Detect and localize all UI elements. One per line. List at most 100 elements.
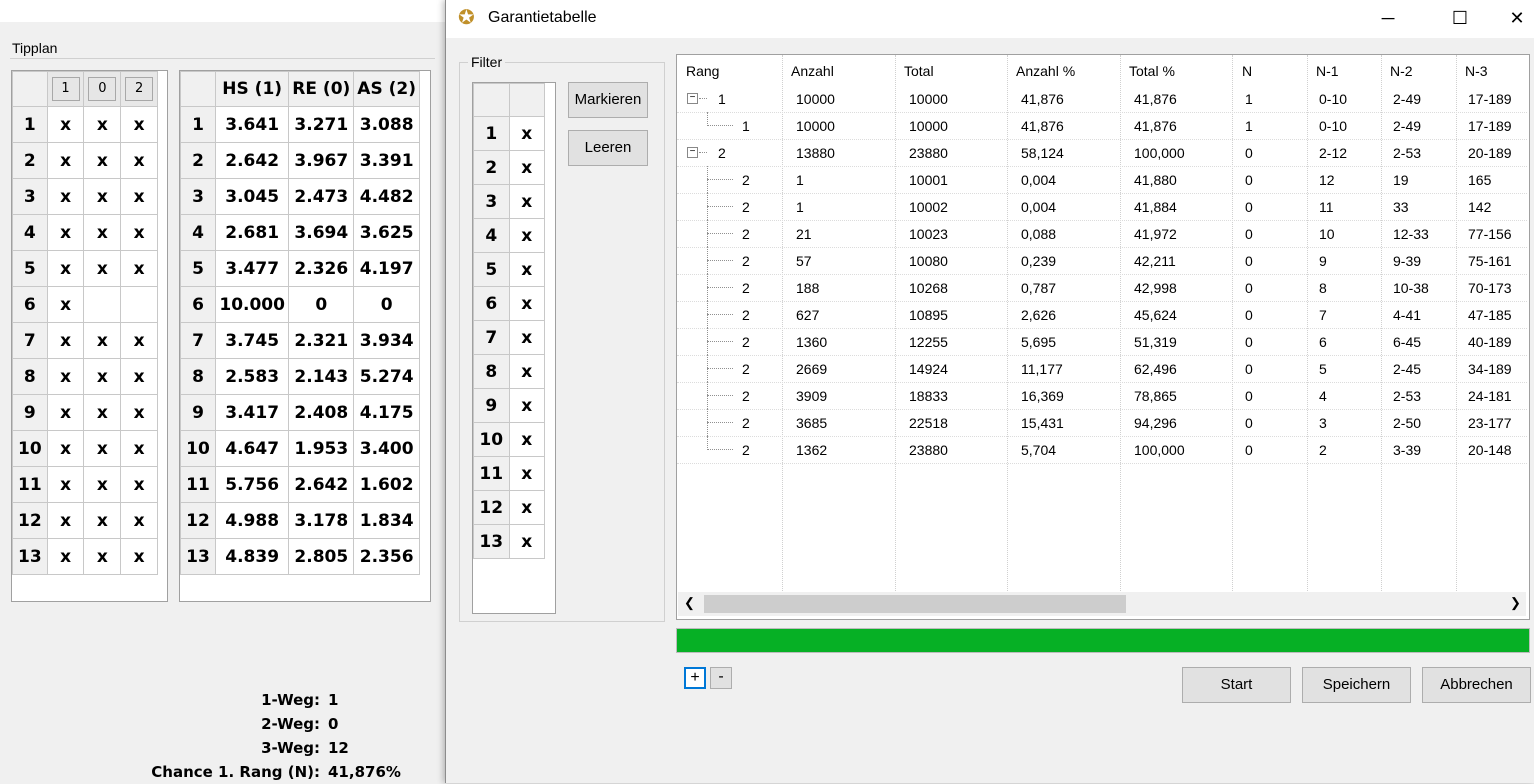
tree-cell: 0,004 [1021, 199, 1057, 215]
filter-cell[interactable]: x [508, 320, 545, 355]
tip-cell[interactable]: x [83, 394, 122, 431]
tip-cell[interactable]: x [83, 358, 122, 395]
tip-cell[interactable]: x [120, 394, 158, 431]
tip-cell[interactable]: x [46, 502, 85, 539]
filter-cell[interactable]: x [508, 388, 545, 423]
tip-cell[interactable]: x [46, 322, 85, 359]
filter-cell[interactable]: x [508, 490, 545, 525]
tree-row[interactable]: 2 627 10895 2,626 45,624 0 7 4-41 47-185 [677, 301, 1527, 329]
tip-cell[interactable]: x [120, 538, 158, 575]
tip-cell[interactable]: x [83, 538, 122, 575]
close-button[interactable]: ✕ [1494, 0, 1534, 36]
column-header[interactable]: Total [904, 63, 934, 79]
maximize-button[interactable]: ☐ [1437, 0, 1483, 36]
tip-header-button[interactable]: 2 [125, 77, 154, 101]
tip-cell[interactable]: x [46, 286, 85, 323]
tree-row[interactable]: 2 188 10268 0,787 42,998 0 8 10-38 70-173 [677, 274, 1527, 302]
tree-row[interactable]: 2 21 10023 0,088 41,972 0 10 12-33 77-156 [677, 220, 1527, 248]
tip-cell[interactable]: x [46, 358, 85, 395]
filter-row: 11 x [473, 456, 545, 491]
start-button[interactable]: Start [1182, 667, 1291, 703]
tip-cell[interactable]: x [46, 430, 85, 467]
column-header[interactable]: Anzahl % [1016, 63, 1075, 79]
expand-all-button[interactable]: + [684, 667, 706, 689]
collapse-icon[interactable]: − [687, 147, 698, 158]
filter-cell[interactable]: x [508, 150, 545, 185]
tip-cell[interactable]: x [46, 178, 85, 215]
tip-cell[interactable]: x [46, 142, 85, 179]
tip-cell[interactable]: x [120, 466, 158, 503]
tip-cell[interactable]: x [120, 250, 158, 287]
filter-cell[interactable]: x [508, 218, 545, 253]
tree-row[interactable]: 2 3909 18833 16,369 78,865 0 4 2-53 24-181 [677, 382, 1527, 410]
tip-cell[interactable]: x [120, 106, 158, 143]
column-header[interactable]: N-3 [1465, 63, 1488, 79]
tip-header-button[interactable]: 1 [51, 77, 80, 101]
tip-cell[interactable]: x [83, 322, 122, 359]
tip-header-button[interactable]: 0 [88, 77, 117, 101]
cancel-button[interactable]: Abbrechen [1422, 667, 1531, 703]
tip-cell[interactable]: x [83, 214, 122, 251]
tree-row[interactable]: − 2 13880 23880 58,124 100,000 0 2-12 2-53 20-189 [677, 139, 1527, 167]
tree-row[interactable]: 2 57 10080 0,239 42,211 0 9 9-39 75-161 [677, 247, 1527, 275]
tree-row[interactable]: 2 3685 22518 15,431 94,296 0 3 2-50 23-177 [677, 409, 1527, 437]
tree-row[interactable]: 2 1362 23880 5,704 100,000 0 2 3-39 20-148 [677, 436, 1527, 464]
column-header[interactable]: Rang [686, 63, 719, 79]
tip-cell[interactable]: x [46, 214, 85, 251]
tree-row[interactable]: 2 1 10002 0,004 41,884 0 11 33 142 [677, 193, 1527, 221]
tree-row[interactable]: − 1 10000 10000 41,876 41,876 1 0-10 2-49 17-189 [677, 85, 1527, 113]
tip-cell[interactable]: x [46, 106, 85, 143]
tip-cell[interactable] [120, 286, 158, 323]
minimize-button[interactable]: ─ [1365, 0, 1411, 36]
dialog-titlebar[interactable]: ✪ Garantietabelle ─ ☐ ✕ [446, 0, 1534, 38]
tip-cell[interactable]: x [83, 430, 122, 467]
collapse-icon[interactable]: − [687, 93, 698, 104]
scrollbar-thumb[interactable] [704, 595, 1126, 613]
column-header[interactable]: Anzahl [791, 63, 834, 79]
tip-cell[interactable]: x [83, 178, 122, 215]
tip-cell[interactable]: x [83, 106, 122, 143]
mark-button[interactable]: Markieren [568, 82, 648, 118]
filter-cell[interactable]: x [508, 456, 545, 491]
tip-cell[interactable] [83, 286, 122, 323]
filter-cell[interactable]: x [508, 422, 545, 457]
tree-connector [707, 260, 733, 261]
column-header[interactable]: N-2 [1390, 63, 1413, 79]
filter-cell[interactable]: x [508, 116, 545, 151]
tip-cell[interactable]: x [83, 142, 122, 179]
tip-cell[interactable]: x [46, 394, 85, 431]
tree-row[interactable]: 2 1360 12255 5,695 51,319 0 6 6-45 40-189 [677, 328, 1527, 356]
filter-cell[interactable]: x [508, 286, 545, 321]
tip-cell[interactable]: x [120, 178, 158, 215]
column-header[interactable]: Total % [1129, 63, 1175, 79]
tree-row[interactable]: 2 2669 14924 11,177 62,496 0 5 2-45 34-189 [677, 355, 1527, 383]
column-header[interactable]: N-1 [1316, 63, 1339, 79]
guarantee-tree[interactable]: Rang Anzahl Total Anzahl % Total % N N-1 N-2 N-3… [676, 54, 1530, 620]
tip-cell[interactable]: x [83, 502, 122, 539]
tree-cell: 70-173 [1468, 280, 1512, 296]
tree-row[interactable]: 1 10000 10000 41,876 41,876 1 0-10 2-49 17-189 [677, 112, 1527, 140]
scroll-right-icon[interactable]: ❯ [1510, 595, 1521, 611]
save-button[interactable]: Speichern [1302, 667, 1411, 703]
filter-cell[interactable]: x [508, 354, 545, 389]
filter-cell[interactable]: x [508, 252, 545, 287]
tip-cell[interactable]: x [120, 502, 158, 539]
tip-cell[interactable]: x [46, 250, 85, 287]
tip-cell[interactable]: x [120, 142, 158, 179]
horizontal-scrollbar[interactable]: ❮ ❯ [678, 592, 1526, 616]
tip-cell[interactable]: x [83, 250, 122, 287]
tip-cell[interactable]: x [46, 466, 85, 503]
tip-cell[interactable]: x [46, 538, 85, 575]
column-header[interactable]: N [1242, 63, 1252, 79]
tip-cell[interactable]: x [120, 214, 158, 251]
scroll-left-icon[interactable]: ❮ [684, 595, 695, 611]
filter-cell[interactable]: x [508, 184, 545, 219]
tip-cell[interactable]: x [120, 430, 158, 467]
tip-cell[interactable]: x [83, 466, 122, 503]
tip-cell[interactable]: x [120, 322, 158, 359]
tip-cell[interactable]: x [120, 358, 158, 395]
filter-cell[interactable]: x [508, 524, 545, 559]
clear-button[interactable]: Leeren [568, 130, 648, 166]
tree-row[interactable]: 2 1 10001 0,004 41,880 0 12 19 165 [677, 166, 1527, 194]
collapse-all-button[interactable]: - [710, 667, 732, 689]
